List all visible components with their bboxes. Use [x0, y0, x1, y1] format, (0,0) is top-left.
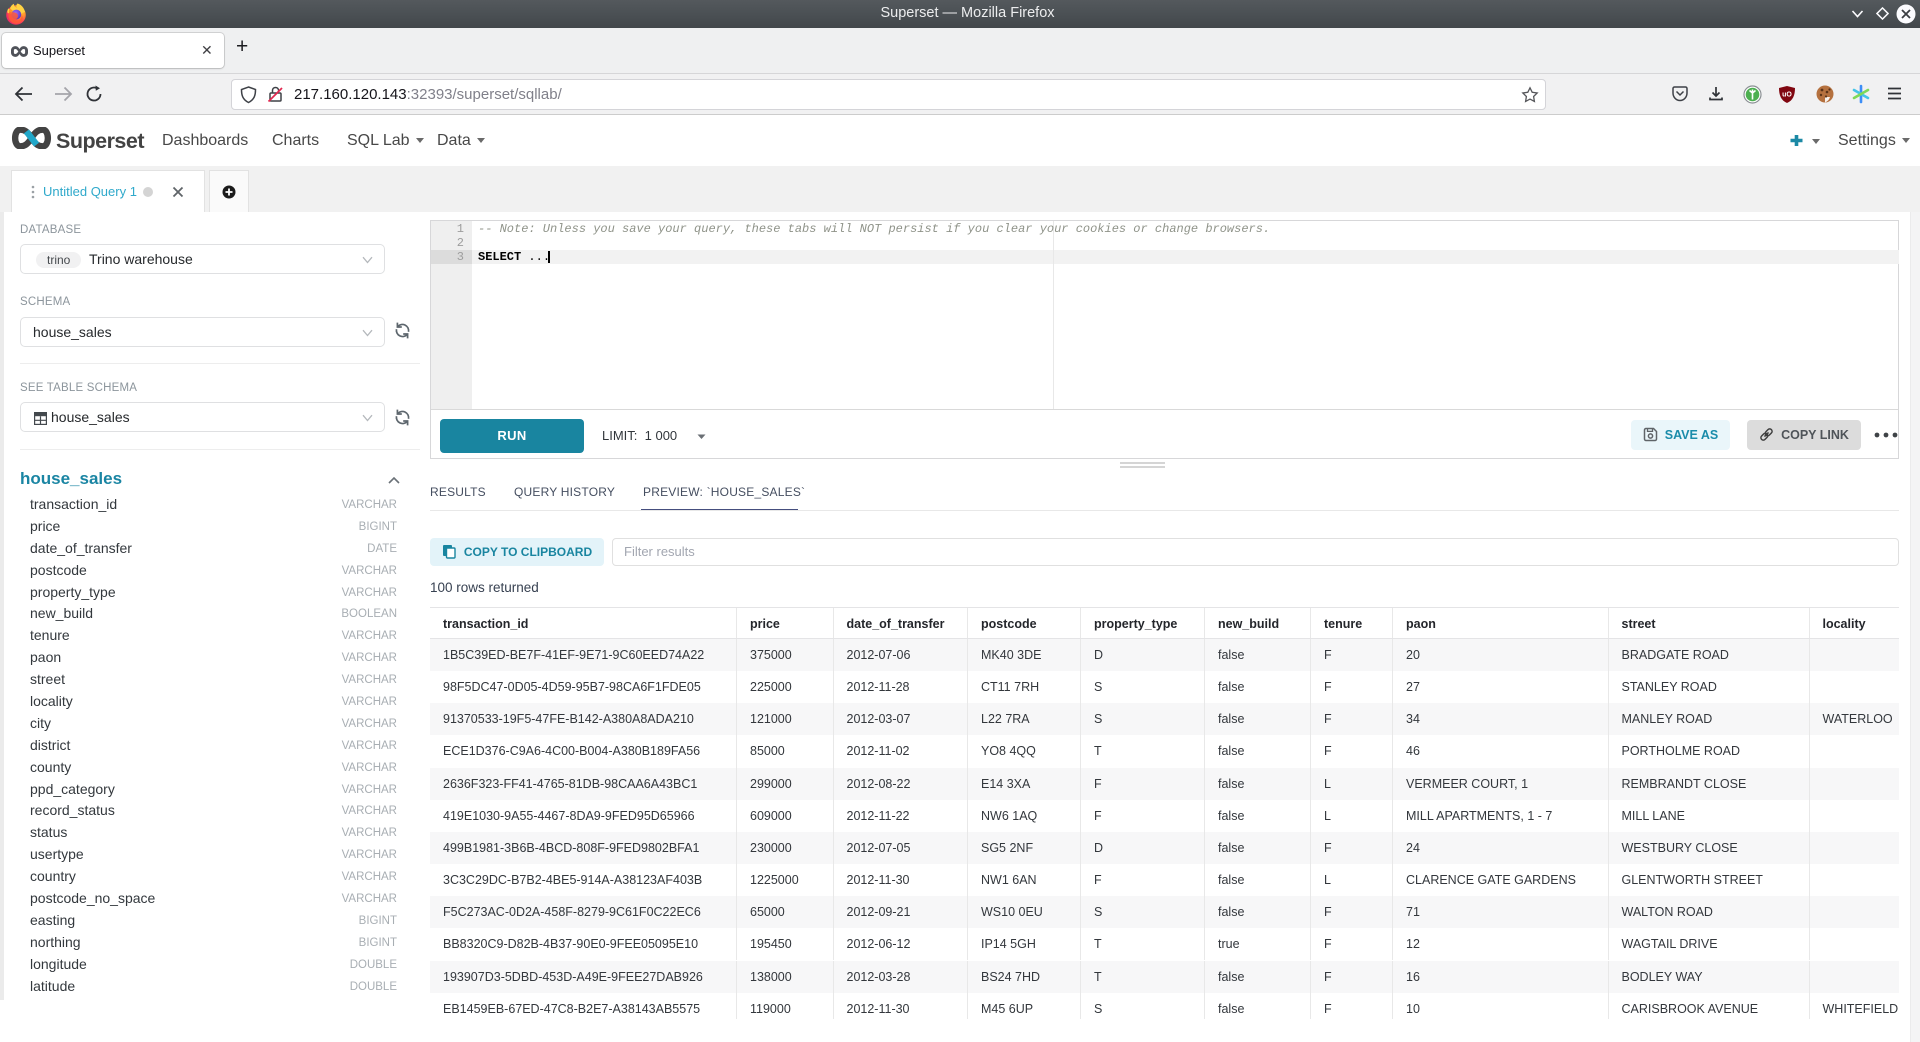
- svg-text:uO: uO: [1782, 92, 1792, 99]
